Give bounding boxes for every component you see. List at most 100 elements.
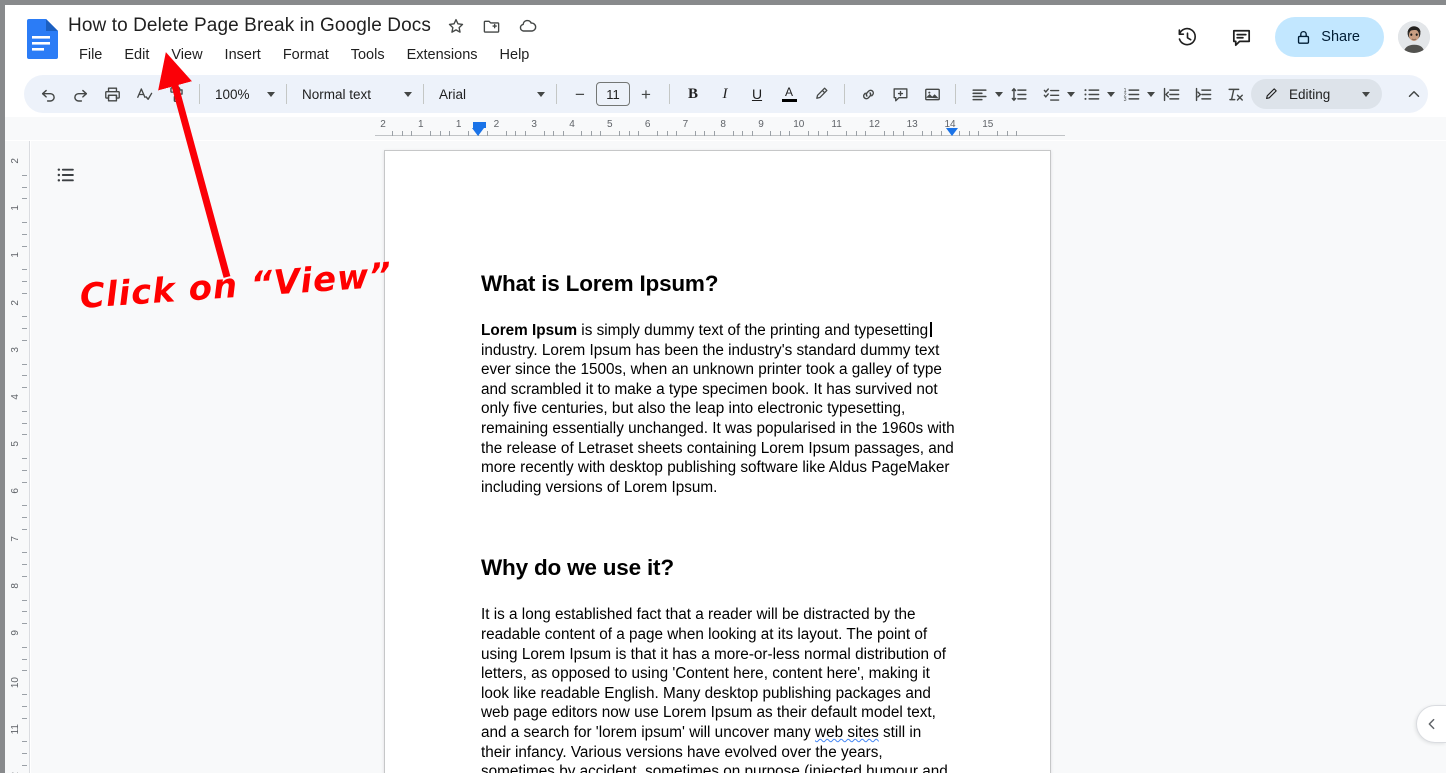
highlight-color-button[interactable] <box>807 80 835 108</box>
header-actions: Share <box>1167 17 1430 57</box>
spelling-check-icon[interactable] <box>130 80 158 108</box>
align-dropdown[interactable] <box>995 80 1003 108</box>
svg-text:3: 3 <box>1123 96 1126 102</box>
menu-tools[interactable]: Tools <box>340 44 396 67</box>
ruler-tick-label: 2 <box>493 119 500 130</box>
line-spacing-icon[interactable] <box>1005 80 1033 108</box>
ruler-tick-label: 1 <box>455 119 462 130</box>
lock-icon <box>1295 29 1312 46</box>
share-button-label: Share <box>1321 29 1360 45</box>
toolbar-divider <box>955 84 956 104</box>
ruler-tick <box>22 694 27 695</box>
menu-help[interactable]: Help <box>489 44 541 67</box>
ruler-tick <box>770 131 772 136</box>
show-document-outline[interactable] <box>46 155 86 195</box>
chevron-down-icon <box>267 91 275 97</box>
ruler-tick <box>997 131 999 136</box>
bold-button[interactable]: B <box>679 80 707 108</box>
menu-extensions[interactable]: Extensions <box>396 44 489 67</box>
ruler-tick <box>638 131 640 136</box>
version-history-icon[interactable] <box>1167 17 1207 57</box>
horizontal-ruler[interactable]: 2 1 1 2 3 4 5 6 7 8 9 10 11 12 13 14 15 <box>5 117 1446 140</box>
insert-link-icon[interactable] <box>854 80 882 108</box>
zoom-dropdown[interactable]: 100% <box>207 80 279 108</box>
decrease-font-size-button[interactable]: − <box>566 80 594 108</box>
numbered-list-icon[interactable]: 1 2 3 <box>1117 80 1145 108</box>
editing-mode-dropdown[interactable]: Editing <box>1251 79 1383 109</box>
ruler-tick-label: 5 <box>10 441 21 447</box>
add-comment-icon[interactable] <box>886 80 914 108</box>
print-icon[interactable] <box>98 80 126 108</box>
ruler-tick <box>468 131 470 136</box>
text-cursor <box>930 322 932 337</box>
ruler-tick-label: 3 <box>531 119 537 130</box>
ruler-tick <box>22 434 27 436</box>
ruler-tick <box>893 131 895 136</box>
ruler-tick-label: 2 <box>380 119 386 130</box>
clear-formatting-icon[interactable] <box>1221 80 1249 108</box>
ruler-tick-label: 9 <box>758 119 764 130</box>
ruler-tick <box>543 131 545 136</box>
chevron-left-icon <box>1424 716 1440 732</box>
ruler-tick <box>22 292 27 294</box>
share-button[interactable]: Share <box>1275 17 1384 57</box>
numbered-list-dropdown[interactable] <box>1147 80 1155 108</box>
section-heading-2: Why do we use it? <box>481 555 674 581</box>
ruler-tick <box>581 131 583 136</box>
text-color-button[interactable]: A <box>775 80 803 108</box>
bulleted-list-icon[interactable] <box>1077 80 1105 108</box>
ruler-tick <box>22 281 27 282</box>
font-size-input[interactable]: 11 <box>596 82 630 106</box>
page-title[interactable]: How to Delete Page Break in Google Docs <box>68 15 431 37</box>
google-docs-window: How to Delete Page Break in Google Docs … <box>0 0 1446 773</box>
menu-file[interactable]: File <box>68 44 113 67</box>
underline-button[interactable]: U <box>743 80 771 108</box>
chevron-down-icon <box>1067 91 1075 97</box>
move-to-folder-icon[interactable] <box>481 15 503 37</box>
ruler-tick <box>619 131 621 136</box>
ruler-tick-label: 11 <box>10 724 21 735</box>
ruler-tick <box>392 131 394 136</box>
increase-font-size-button[interactable]: + <box>632 80 660 108</box>
redo-icon[interactable] <box>66 80 94 108</box>
title-row: How to Delete Page Break in Google Docs <box>68 15 539 37</box>
menu-insert[interactable]: Insert <box>214 44 272 67</box>
paint-format-icon[interactable] <box>162 80 190 108</box>
right-indent-marker[interactable] <box>946 128 958 136</box>
align-left-icon[interactable] <box>965 80 993 108</box>
checklist-dropdown[interactable] <box>1067 80 1075 108</box>
ruler-tick <box>22 528 27 530</box>
collapse-toolbar-button[interactable] <box>1400 80 1428 108</box>
paragraph-style-dropdown[interactable]: Normal text <box>294 80 416 108</box>
italic-button[interactable]: I <box>711 80 739 108</box>
body-rest-1: industry. Lorem Ipsum has been the indus… <box>481 341 955 496</box>
comment-icon[interactable] <box>1221 17 1261 57</box>
increase-indent-icon[interactable] <box>1189 80 1217 108</box>
decrease-indent-icon[interactable] <box>1157 80 1185 108</box>
font-family-dropdown[interactable]: Arial <box>431 80 549 108</box>
ruler-tick <box>22 552 27 554</box>
formatting-toolbar: 100% Normal text Arial − 11 + B I U A 1 … <box>24 75 1428 113</box>
user-avatar[interactable] <box>1398 21 1430 53</box>
ruler-tick <box>449 131 451 136</box>
chevron-down-icon <box>1107 91 1115 97</box>
section-body-2: It is a long established fact that a rea… <box>481 605 955 773</box>
star-icon[interactable] <box>445 15 467 37</box>
ruler-tick <box>22 198 27 200</box>
cloud-saved-icon[interactable] <box>517 15 539 37</box>
ruler-tick-label: 12 <box>868 119 880 130</box>
menu-edit[interactable]: Edit <box>113 44 160 67</box>
ruler-tick <box>732 131 734 136</box>
bulleted-list-dropdown[interactable] <box>1107 80 1115 108</box>
ruler-tick-label: 3 <box>10 346 21 353</box>
menu-view[interactable]: View <box>160 44 213 67</box>
undo-icon[interactable] <box>34 80 62 108</box>
document-page[interactable]: What is Lorem Ipsum? Lorem Ipsum is simp… <box>384 150 1051 773</box>
lead-bold-text: Lorem Ipsum <box>481 322 578 339</box>
side-panel-toggle[interactable] <box>1416 705 1446 743</box>
menu-format[interactable]: Format <box>272 44 340 67</box>
first-line-indent-marker[interactable] <box>472 128 484 136</box>
insert-image-icon[interactable] <box>918 80 946 108</box>
vertical-ruler[interactable]: 2112345678910111213 <box>5 141 30 773</box>
checklist-icon[interactable] <box>1037 80 1065 108</box>
